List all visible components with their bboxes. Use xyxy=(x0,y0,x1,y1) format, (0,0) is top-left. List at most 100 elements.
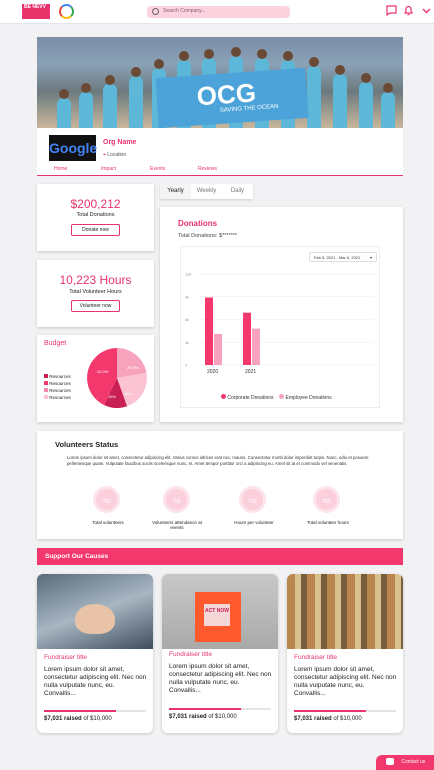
bar-corporate-donations xyxy=(205,297,213,365)
hours-value: 10,223 Hours xyxy=(59,273,132,287)
stat-label: Hours per volunteer xyxy=(234,520,274,525)
pie-slice xyxy=(117,348,147,378)
legend-item: Resources xyxy=(44,373,71,380)
bell-icon[interactable] xyxy=(402,5,414,17)
y-tick-label: 9k xyxy=(185,294,189,299)
cause-text: Lorem ipsum dolor sit amet, consectetur … xyxy=(169,663,272,694)
y-tick-label: 0 xyxy=(185,363,188,368)
cause-progress-fill xyxy=(294,710,366,712)
stat-label: Volunteers attendance at events xyxy=(152,520,202,530)
cause-title[interactable]: Fundraiser title xyxy=(44,654,87,661)
cause-card[interactable]: Fundraiser title Lorem ipsum dolor sit a… xyxy=(287,574,403,733)
budget-pie-chart: 42.0% 28.0% 18% 16% xyxy=(87,348,147,408)
pie-label: 28.0% xyxy=(127,365,139,370)
legend-dot xyxy=(279,394,285,399)
tab-daily[interactable]: Daily xyxy=(222,184,253,199)
cause-raised: $7,031 raised of $10,000 xyxy=(169,714,237,720)
y-tick-label: 6k xyxy=(185,317,189,322)
chart-legend: Corporate Donations Employee Donations xyxy=(221,394,332,401)
budget-card: Budget Resources Resources Resources Res… xyxy=(37,335,154,422)
cause-progress xyxy=(294,710,396,712)
tab-reviews[interactable]: Reviews xyxy=(198,166,217,172)
google-logo-icon xyxy=(59,4,74,19)
cause-text: Lorem ipsum dolor sit amet, consectetur … xyxy=(44,666,147,697)
contact-us-button[interactable]: Contact us xyxy=(376,755,434,770)
hours-label: Total Volunteer Hours xyxy=(69,289,122,295)
cause-title[interactable]: Fundraiser title xyxy=(294,654,337,661)
donations-chart-subtitle: Total Donations: $******* xyxy=(178,233,238,239)
cause-image: ACT NOW xyxy=(162,574,278,649)
x-tick-label: 2020 xyxy=(207,369,218,375)
cause-text: Lorem ipsum dolor sit amet, consectetur … xyxy=(294,666,397,697)
donate-now-button[interactable]: Donate now xyxy=(71,224,120,236)
x-tick-label: 2021 xyxy=(245,369,256,375)
y-tick-label: 12k xyxy=(185,272,191,277)
cause-image xyxy=(287,574,403,649)
legend-item: Resources xyxy=(44,380,71,387)
tab-impact[interactable]: Impact xyxy=(101,166,117,176)
tab-weekly[interactable]: Weekly xyxy=(191,184,222,199)
cause-progress-fill xyxy=(169,708,241,710)
donations-chart-title: Donations xyxy=(178,219,218,228)
cause-raised: $7,031 raised of $10,000 xyxy=(294,716,362,722)
contact-us-label: Contact us xyxy=(401,759,426,765)
cause-card[interactable]: Fundraiser title Lorem ipsum dolor sit a… xyxy=(37,574,153,733)
date-range-select[interactable]: Feb 5, 2021 - Mar 5, 2021 ▾ xyxy=(309,252,377,262)
org-name: Org Name xyxy=(103,139,137,146)
volunteers-status-section: Volunteers Status Lorem ipsum dolor sit … xyxy=(37,431,403,539)
legend-employee: Employee Donations xyxy=(285,395,332,401)
donations-value: $200,212 xyxy=(70,197,121,211)
stat-circle: 755 xyxy=(313,486,340,513)
date-range-text: Feb 5, 2021 - Mar 5, 2021 xyxy=(314,255,361,260)
cause-progress xyxy=(44,710,146,712)
stat-circle: 755 xyxy=(163,486,190,513)
tab-yearly[interactable]: Yearly xyxy=(160,184,191,199)
donations-label: Total Donations xyxy=(76,212,115,218)
chat-bubble-icon xyxy=(386,758,394,766)
legend-item: Resources xyxy=(44,394,71,401)
donation-box-note: ACT NOW xyxy=(204,604,230,626)
brand-logo[interactable]: BE NEVV xyxy=(22,4,50,19)
volunteer-now-button[interactable]: Volunteer now xyxy=(71,300,120,312)
bar-corporate-donations xyxy=(243,312,251,365)
cause-title[interactable]: Fundraiser title xyxy=(169,651,212,658)
search-input[interactable]: Search Company... xyxy=(147,6,290,18)
stat-circle: 755 xyxy=(239,486,266,513)
tab-events[interactable]: Events xyxy=(150,166,165,172)
org-location-text: Location xyxy=(107,152,127,158)
cause-progress-fill xyxy=(44,710,116,712)
stat-label: Total volunteers xyxy=(92,520,124,525)
org-logo: Google xyxy=(49,135,97,161)
legend-item: Resources xyxy=(44,387,71,394)
stat-label: Total volunteer hours xyxy=(307,520,349,525)
pie-label: 42.0% xyxy=(97,369,109,374)
location-pin-icon: ⌖ xyxy=(103,152,106,158)
cause-raised: $7,031 raised of $10,000 xyxy=(44,716,112,722)
ocg-banner: OCG SAVING THE OCEAN xyxy=(155,67,309,128)
cover-photo: OCG SAVING THE OCEAN xyxy=(37,37,403,128)
support-causes-heading: Support Our Causes xyxy=(37,548,403,565)
budget-title: Budget xyxy=(44,340,67,347)
pie-label: 16% xyxy=(108,394,116,399)
search-icon xyxy=(152,8,159,15)
chat-icon[interactable] xyxy=(385,5,397,17)
tab-home[interactable]: Home xyxy=(54,166,67,172)
legend-corporate: Corporate Donations xyxy=(227,395,274,401)
legend-dot xyxy=(221,394,226,399)
donations-bar-chart: 0 3k 6k 9k 12k 2020 2021 xyxy=(185,272,375,375)
volunteers-title: Volunteers Status xyxy=(55,440,119,449)
y-tick-label: 3k xyxy=(185,340,189,345)
volunteer-hours-card: 10,223 Hours Total Volunteer Hours Volun… xyxy=(37,260,154,327)
period-tabs: Yearly Weekly Daily xyxy=(160,184,253,199)
volunteers-description: Lorem ipsum dolor sit amet, consectetur … xyxy=(67,455,369,466)
chevron-down-icon: ▾ xyxy=(369,255,372,260)
cause-card[interactable]: ACT NOW Fundraiser title Lorem ipsum dol… xyxy=(162,574,278,733)
pie-label: 18% xyxy=(124,391,132,396)
bar-employee-donations xyxy=(252,328,260,365)
org-location: ⌖ Location xyxy=(103,152,126,158)
cause-image xyxy=(37,574,153,649)
donations-card: $200,212 Total Donations Donate now xyxy=(37,184,154,251)
bar-employee-donations xyxy=(214,333,222,365)
chevron-down-icon[interactable] xyxy=(420,5,432,17)
budget-legend: Resources Resources Resources Resources xyxy=(44,373,71,401)
